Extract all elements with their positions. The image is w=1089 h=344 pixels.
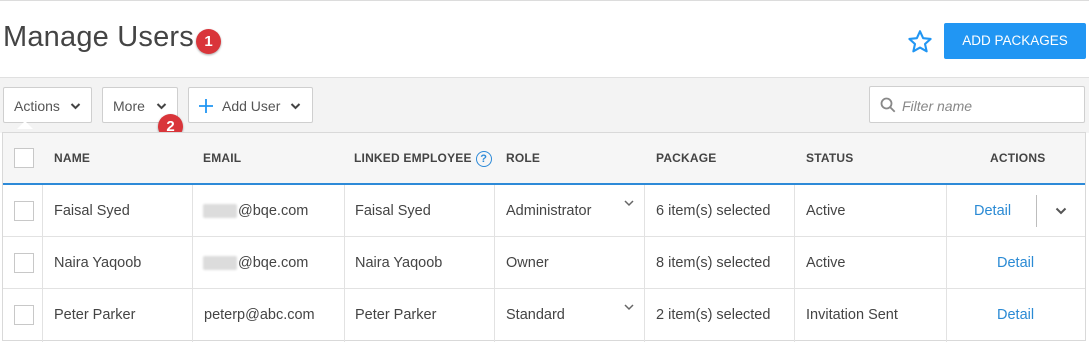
table-row: Faisal Syed @bqe.com Faisal Syed Adminis… — [3, 185, 1085, 237]
user-name: Peter Parker — [54, 307, 136, 323]
user-name: Faisal Syed — [54, 203, 130, 219]
column-header-status[interactable]: STATUS — [806, 133, 853, 183]
email-domain: @bqe.com — [238, 255, 309, 271]
user-name: Naira Yaqoob — [54, 255, 142, 271]
filter-name-input[interactable] — [900, 95, 1079, 117]
column-divider — [644, 185, 645, 342]
package-selection[interactable]: 6 item(s) selected — [656, 185, 770, 237]
table-header: NAME EMAIL LINKED EMPLOYEE? ROLE PACKAGE… — [3, 133, 1085, 185]
action-divider — [1036, 195, 1037, 227]
table-row: Peter Parker peterp@abc.com Peter Parker… — [3, 289, 1085, 341]
chevron-down-icon[interactable] — [624, 303, 634, 314]
column-header-email[interactable]: EMAIL — [203, 133, 241, 183]
user-email: peterp@abc.com — [204, 307, 315, 323]
linked-employee-header-label: LINKED EMPLOYEE — [354, 151, 472, 165]
detail-link[interactable]: Detail — [974, 185, 1011, 237]
column-header-actions: ACTIONS — [990, 151, 1046, 165]
column-header-package[interactable]: PACKAGE — [656, 133, 717, 183]
column-header-role[interactable]: ROLE — [506, 133, 540, 183]
star-outline-icon[interactable] — [906, 28, 934, 56]
package-selection[interactable]: 8 item(s) selected — [656, 237, 770, 289]
column-header-name[interactable]: NAME — [54, 133, 90, 183]
more-label: More — [113, 98, 145, 114]
page-title: Manage Users — [3, 21, 194, 53]
actions-label: Actions — [14, 98, 60, 114]
plus-icon — [199, 87, 213, 135]
row-checkbox[interactable] — [14, 201, 34, 221]
dropdown-pointer — [17, 121, 33, 129]
redacted-email-part — [203, 204, 237, 219]
chevron-down-icon[interactable] — [624, 199, 634, 210]
package-selection[interactable]: 2 item(s) selected — [656, 289, 770, 341]
actions-dropdown-button[interactable]: Actions — [3, 87, 92, 123]
filter-name-field[interactable] — [869, 86, 1085, 123]
column-divider — [344, 185, 345, 342]
select-all-checkbox[interactable] — [14, 148, 34, 168]
linked-employee: Naira Yaqoob — [355, 255, 443, 271]
row-checkbox[interactable] — [14, 305, 34, 325]
page-header: Manage Users 1 ADD PACKAGES — [0, 1, 1089, 77]
chevron-down-icon[interactable] — [1055, 206, 1067, 219]
linked-employee: Peter Parker — [355, 307, 437, 323]
role-select[interactable]: Standard — [506, 289, 565, 341]
column-divider — [494, 185, 495, 342]
column-divider — [794, 185, 795, 342]
row-checkbox[interactable] — [14, 253, 34, 273]
detail-link[interactable]: Detail — [997, 289, 1034, 341]
users-table: NAME EMAIL LINKED EMPLOYEE? ROLE PACKAGE… — [2, 132, 1086, 342]
add-packages-button[interactable]: ADD PACKAGES — [944, 23, 1086, 59]
role-select[interactable]: Administrator — [506, 185, 591, 237]
add-user-label: Add User — [222, 98, 281, 114]
email-domain: @bqe.com — [238, 203, 309, 219]
column-divider — [946, 185, 947, 342]
column-divider — [42, 185, 43, 342]
annotation-badge-1: 1 — [196, 29, 221, 54]
add-user-button[interactable]: Add User — [188, 87, 313, 123]
column-divider — [192, 185, 193, 342]
user-email: @bqe.com — [203, 185, 308, 237]
search-icon — [880, 97, 896, 113]
redacted-email-part — [203, 256, 237, 271]
help-question-icon[interactable]: ? — [475, 150, 492, 167]
user-email: @bqe.com — [203, 237, 308, 289]
user-status: Active — [806, 203, 846, 219]
user-status: Invitation Sent — [806, 307, 898, 323]
user-role: Owner — [506, 255, 549, 271]
detail-link[interactable]: Detail — [997, 237, 1034, 289]
table-row: Naira Yaqoob @bqe.com Naira Yaqoob Owner… — [3, 237, 1085, 289]
linked-employee: Faisal Syed — [355, 203, 431, 219]
column-header-linked-employee[interactable]: LINKED EMPLOYEE? — [354, 133, 492, 183]
user-status: Active — [806, 255, 846, 271]
